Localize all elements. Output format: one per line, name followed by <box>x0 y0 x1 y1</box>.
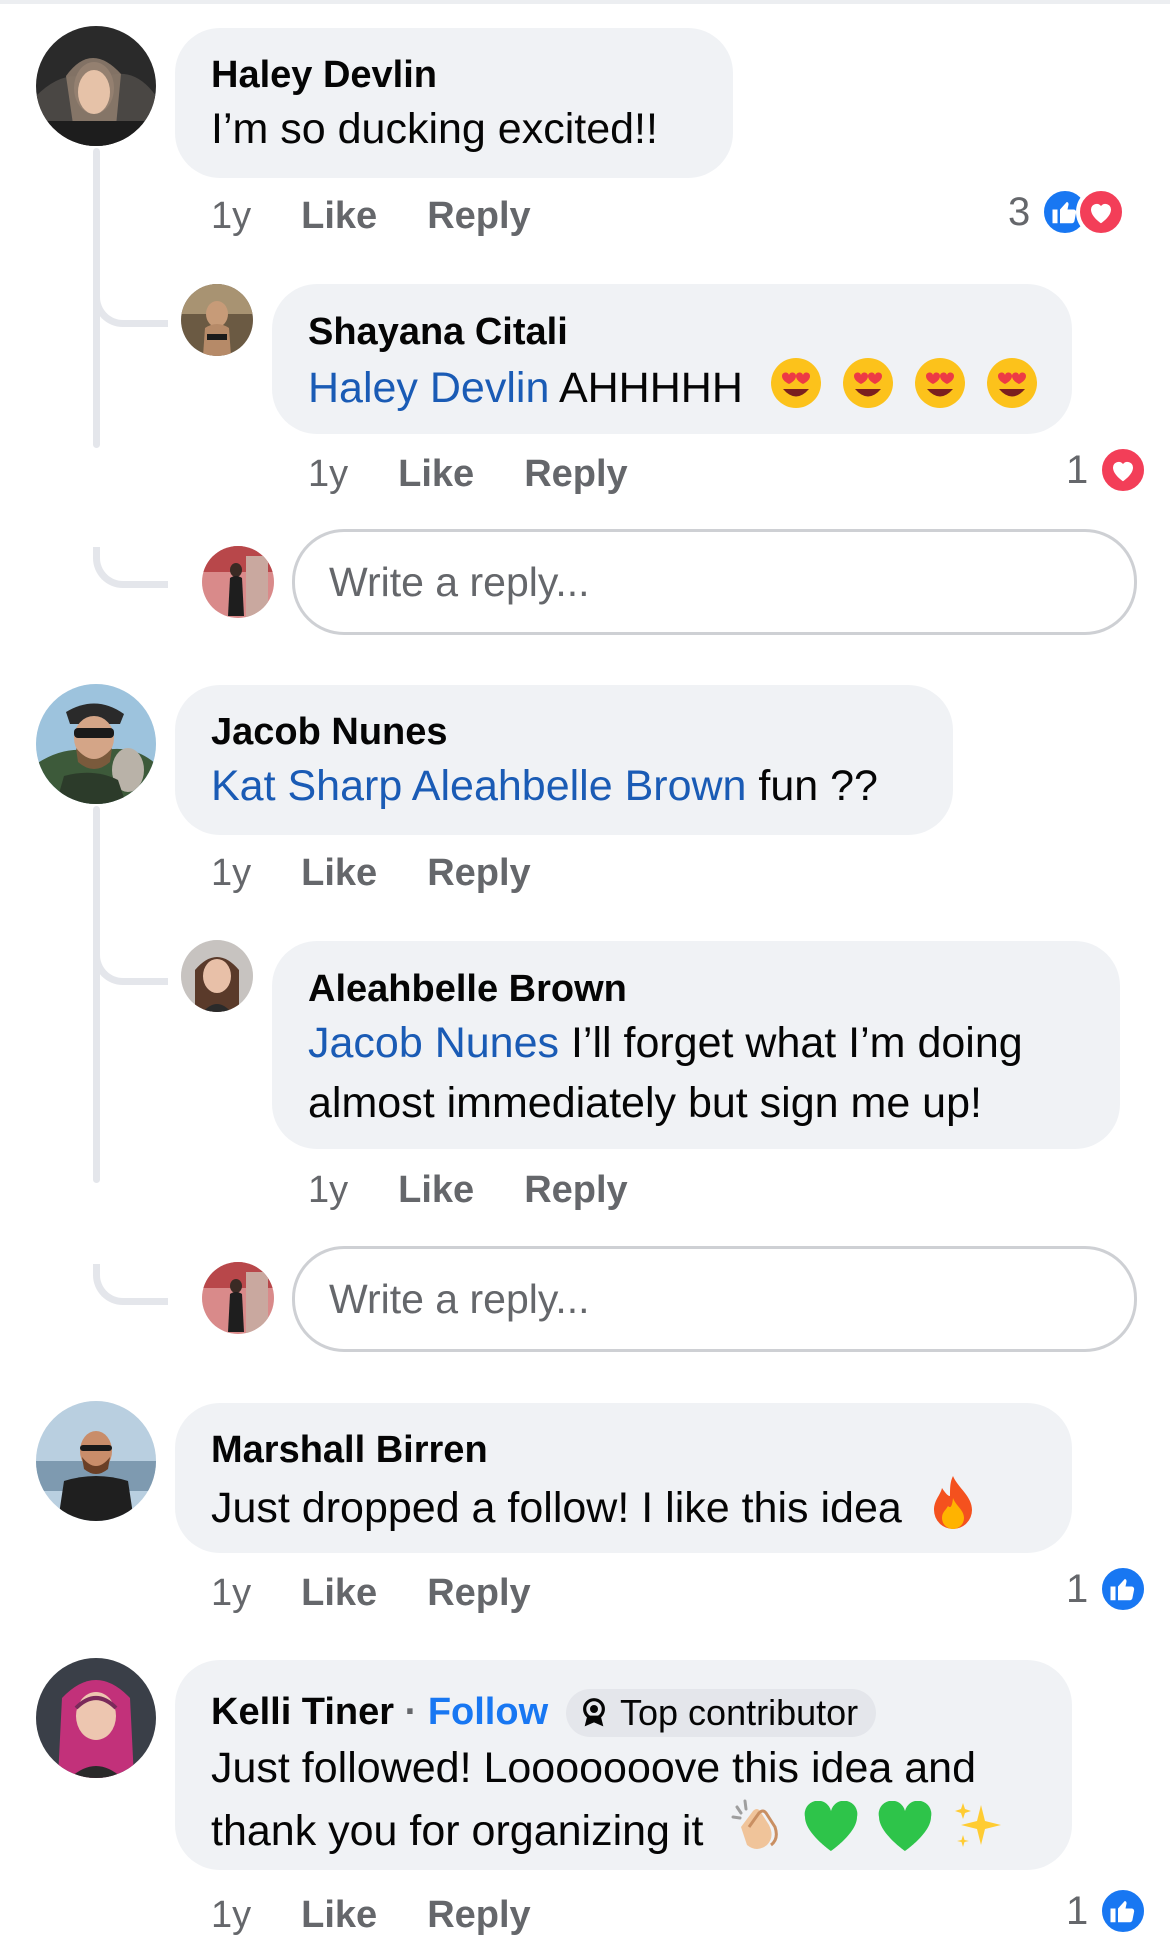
reply-message: I’ll forget what I’m doing <box>570 1019 1023 1067</box>
reaction-count: 1 <box>1066 1566 1089 1611</box>
comment-time[interactable]: 1y <box>211 193 251 239</box>
avatar-kelli-tiner[interactable] <box>36 1658 156 1778</box>
sparkles-emoji-icon <box>951 1799 1005 1853</box>
thread-line <box>93 806 100 1183</box>
love-reaction-icon <box>1076 187 1127 237</box>
reaction-summary[interactable]: 1 <box>1066 445 1149 495</box>
badge-label: Top contributor <box>620 1692 859 1733</box>
thread-branch <box>93 944 168 985</box>
reply-button[interactable]: Reply <box>524 1167 627 1213</box>
like-button[interactable]: Like <box>398 1167 474 1213</box>
heart-eyes-emoji-icon <box>913 356 967 410</box>
thread-branch <box>93 547 168 588</box>
reaction-summary[interactable]: 1 <box>1066 1564 1149 1614</box>
mention-link[interactable]: Jacob Nunes <box>308 1019 559 1067</box>
like-reaction-icon <box>1098 1886 1149 1936</box>
comment-message: fun ?? <box>758 762 878 810</box>
green-heart-emoji-icon <box>877 1801 933 1853</box>
avatar-shayana-citali[interactable] <box>181 284 253 356</box>
comment-author[interactable]: Jacob Nunes <box>211 709 448 755</box>
current-user-avatar <box>202 1262 274 1334</box>
reply-text-line-1: Jacob Nunes I’ll forget what I’m doing <box>308 1013 1023 1073</box>
comment-time[interactable]: 1y <box>211 1570 251 1616</box>
heart-eyes-emoji-icon <box>841 356 895 410</box>
comment-time[interactable]: 1y <box>211 850 251 896</box>
like-button[interactable]: Like <box>301 193 377 239</box>
reply-input[interactable] <box>295 1249 1134 1349</box>
comment-text: I’m so ducking excited!! <box>211 105 658 153</box>
green-heart-emoji-icon <box>803 1801 859 1853</box>
comment-author[interactable]: Marshall Birren <box>211 1427 488 1473</box>
reply-text-line-2: almost immediately but sign me up! <box>308 1079 982 1127</box>
reply-input-box[interactable] <box>292 1246 1137 1352</box>
like-button[interactable]: Like <box>301 1892 377 1938</box>
current-user-avatar <box>202 546 274 618</box>
comment-actions: 1y Like Reply <box>211 850 581 896</box>
like-button[interactable]: Like <box>301 1570 377 1616</box>
thread-branch <box>93 1264 168 1305</box>
reply-button[interactable]: Reply <box>427 1570 530 1616</box>
like-button[interactable]: Like <box>398 451 474 497</box>
avatar-haley-devlin[interactable] <box>36 26 156 146</box>
reaction-count: 1 <box>1066 447 1089 492</box>
comment-header: Kelli Tiner · Follow <box>211 1689 548 1735</box>
comment-actions: 1y Like Reply <box>211 193 581 239</box>
reply-button[interactable]: Reply <box>524 451 627 497</box>
reply-message: AHHHHH <box>558 364 743 412</box>
like-reaction-icon <box>1098 1564 1149 1614</box>
reply-text: Haley Devlin AHHHHH <box>308 356 1039 418</box>
avatar-marshall-birren[interactable] <box>36 1401 156 1521</box>
top-divider <box>0 0 1170 4</box>
heart-eyes-emoji-icon <box>985 356 1039 410</box>
comment-message: Just dropped a follow! I like this idea <box>211 1484 902 1532</box>
comment-actions: 1y Like Reply <box>211 1570 581 1616</box>
reply-time[interactable]: 1y <box>308 451 348 497</box>
comment-author[interactable]: Haley Devlin <box>211 52 437 98</box>
follow-button[interactable]: Follow <box>428 1691 548 1733</box>
comment-author[interactable]: Kelli Tiner <box>211 1691 394 1733</box>
reply-time[interactable]: 1y <box>308 1167 348 1213</box>
reply-input-box[interactable] <box>292 529 1137 635</box>
reply-actions: 1y Like Reply <box>308 451 678 497</box>
mention-link[interactable]: Haley Devlin <box>308 364 549 412</box>
reply-button[interactable]: Reply <box>427 850 530 896</box>
thread-branch <box>93 286 168 327</box>
comment-time[interactable]: 1y <box>211 1892 251 1938</box>
avatar-jacob-nunes[interactable] <box>36 684 156 804</box>
reaction-summary[interactable]: 3 <box>1008 187 1127 237</box>
reply-author[interactable]: Aleahbelle Brown <box>308 966 627 1012</box>
reply-button[interactable]: Reply <box>427 1892 530 1938</box>
comment-text: Just dropped a follow! I like this idea <box>211 1474 978 1538</box>
fire-emoji-icon <box>928 1474 978 1530</box>
comment-text-line-1: Just followed! Looooooove this idea and <box>211 1744 976 1792</box>
top-contributor-badge[interactable]: Top contributor <box>566 1689 877 1737</box>
reaction-summary[interactable]: 1 <box>1066 1886 1149 1936</box>
reaction-count: 3 <box>1008 189 1031 234</box>
reply-author[interactable]: Shayana Citali <box>308 309 568 355</box>
clapping-hands-emoji-icon <box>729 1797 785 1853</box>
comment-message: thank you for organizing it <box>211 1807 704 1855</box>
mention-link[interactable]: Kat Sharp Aleahbelle Brown <box>211 762 746 810</box>
award-badge-icon <box>583 1698 605 1727</box>
avatar-aleahbelle-brown[interactable] <box>181 940 253 1012</box>
like-button[interactable]: Like <box>301 850 377 896</box>
love-reaction-icon <box>1098 445 1149 495</box>
reply-button[interactable]: Reply <box>427 193 530 239</box>
comment-text-line-2: thank you for organizing it <box>211 1797 1005 1861</box>
heart-eyes-emoji-icon <box>769 356 823 410</box>
comment-actions: 1y Like Reply <box>211 1892 581 1938</box>
reply-actions: 1y Like Reply <box>308 1167 678 1213</box>
reaction-count: 1 <box>1066 1888 1089 1933</box>
comment-text: Kat Sharp Aleahbelle Brown fun ?? <box>211 756 878 816</box>
separator-dot: · <box>404 1691 418 1733</box>
reply-input[interactable] <box>295 532 1134 632</box>
